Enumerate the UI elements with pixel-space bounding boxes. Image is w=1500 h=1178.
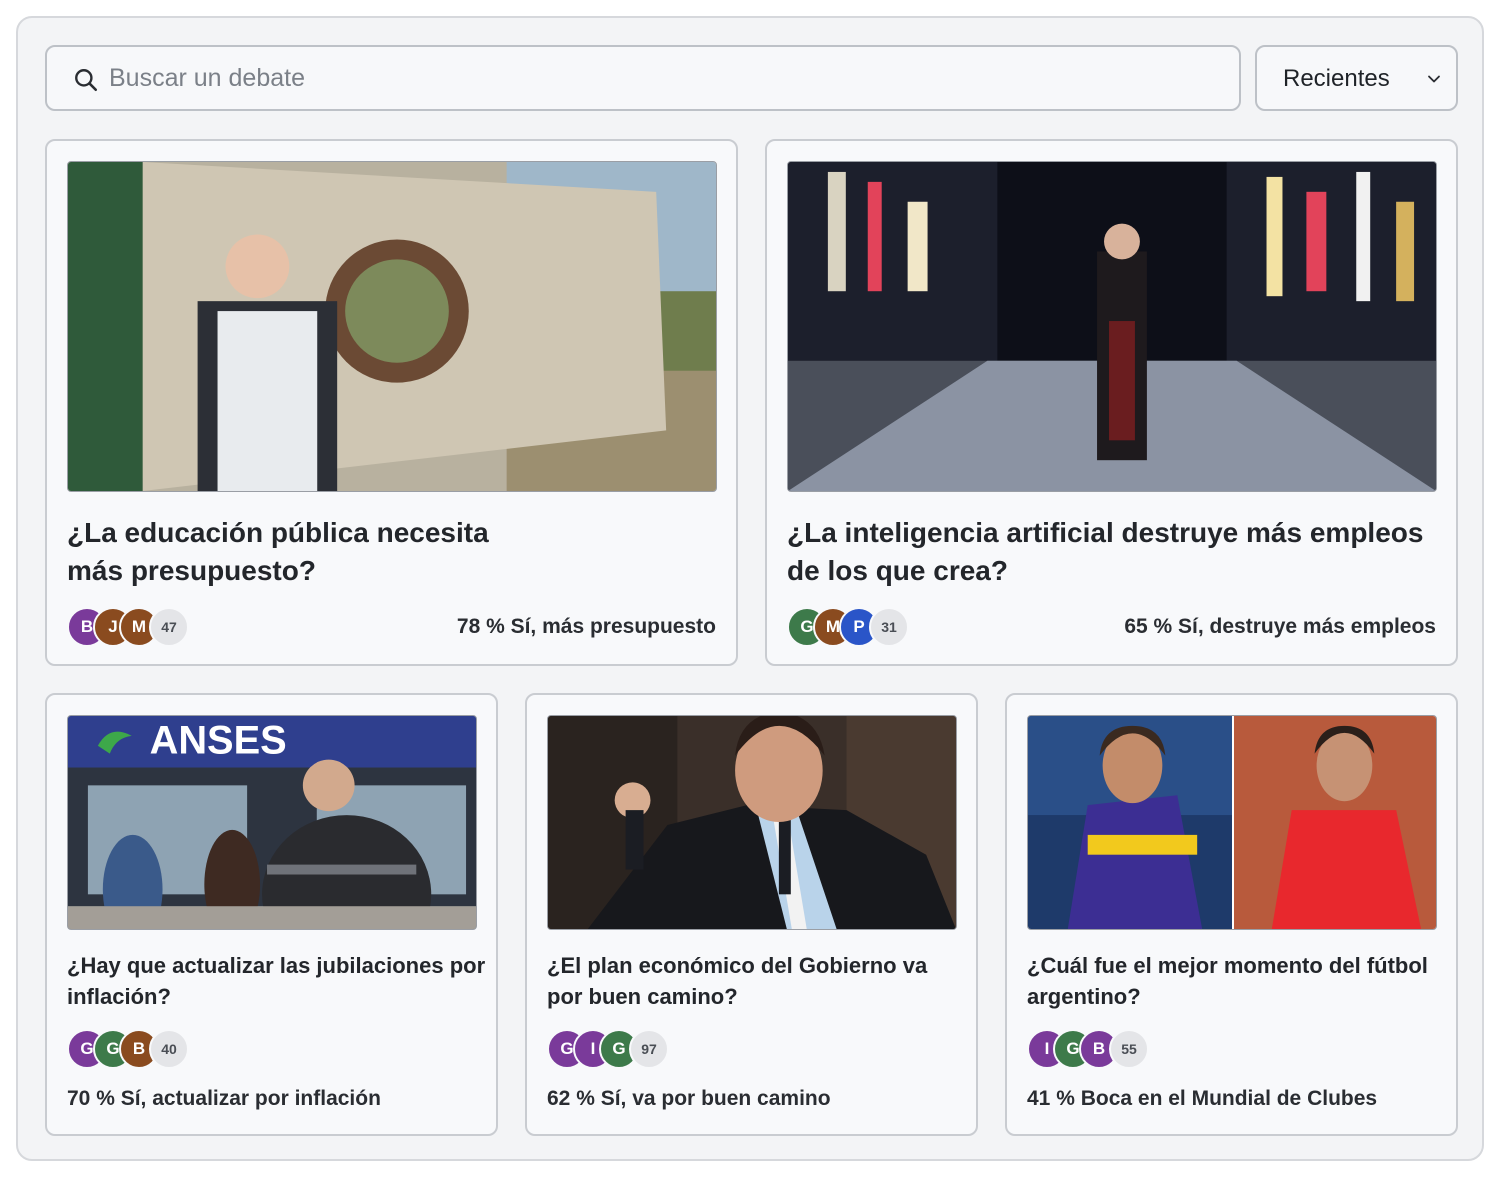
vote-result: 41 % Boca en el Mundial de Clubes bbox=[1027, 1087, 1378, 1110]
participant-count: 40 bbox=[149, 1029, 189, 1069]
participant-count: 97 bbox=[629, 1029, 669, 1069]
debate-thumbnail bbox=[547, 715, 957, 930]
search-box[interactable] bbox=[45, 45, 1241, 111]
sort-selected-value: Recientes bbox=[1283, 65, 1390, 92]
participant-avatars: G G B 40 bbox=[67, 1029, 207, 1069]
anses-logo-text: ANSES bbox=[150, 719, 287, 763]
debate-title: ¿El plan económico del Gobierno va por b… bbox=[547, 953, 928, 1009]
debate-card[interactable]: ¿La educación pública necesita más presu… bbox=[45, 139, 738, 666]
participant-count: 55 bbox=[1109, 1029, 1149, 1069]
debates-panel: Recientes ¿La educación pública necesita… bbox=[16, 16, 1484, 1161]
vote-result: 65 % Sí, destruye más empleos bbox=[1124, 615, 1436, 638]
debate-card[interactable]: ¿Cuál fue el mejor momento del fútbol ar… bbox=[1005, 693, 1458, 1136]
vote-result: 70 % Sí, actualizar por inflación bbox=[67, 1087, 381, 1110]
debate-thumbnail bbox=[67, 161, 717, 492]
vote-result: 78 % Sí, más presupuesto bbox=[456, 615, 716, 638]
debate-title: ¿Hay que actualizar las jubilaciones por… bbox=[67, 953, 486, 1009]
participant-count: 47 bbox=[149, 607, 189, 647]
vote-result: 62 % Sí, va por buen camino bbox=[547, 1087, 831, 1110]
search-input[interactable] bbox=[109, 47, 1229, 109]
sort-select[interactable]: Recientes bbox=[1255, 45, 1458, 111]
debate-title: ¿La inteligencia artificial destruye más… bbox=[787, 517, 1424, 586]
chevron-down-icon bbox=[1428, 75, 1440, 83]
debate-title: ¿La educación pública necesita más presu… bbox=[67, 517, 489, 586]
debate-title: ¿Cuál fue el mejor momento del fútbol ar… bbox=[1027, 953, 1428, 1009]
search-icon bbox=[75, 69, 98, 92]
debate-card[interactable]: ¿El plan económico del Gobierno va por b… bbox=[525, 693, 978, 1136]
debate-thumbnail: ANSES bbox=[67, 715, 477, 930]
debate-card[interactable]: ¿La inteligencia artificial destruye más… bbox=[765, 139, 1458, 666]
participant-avatars: G I G 97 bbox=[547, 1029, 687, 1069]
participant-avatars: B J M 47 bbox=[67, 607, 207, 647]
participant-count: 31 bbox=[869, 607, 909, 647]
debate-card[interactable]: ANSES ¿Hay que actualizar las jubilacion… bbox=[45, 693, 498, 1136]
participant-avatars: G M P 31 bbox=[787, 607, 927, 647]
participant-avatars: I G B 55 bbox=[1027, 1029, 1167, 1069]
debate-thumbnail bbox=[1027, 715, 1437, 930]
debate-thumbnail bbox=[787, 161, 1437, 492]
